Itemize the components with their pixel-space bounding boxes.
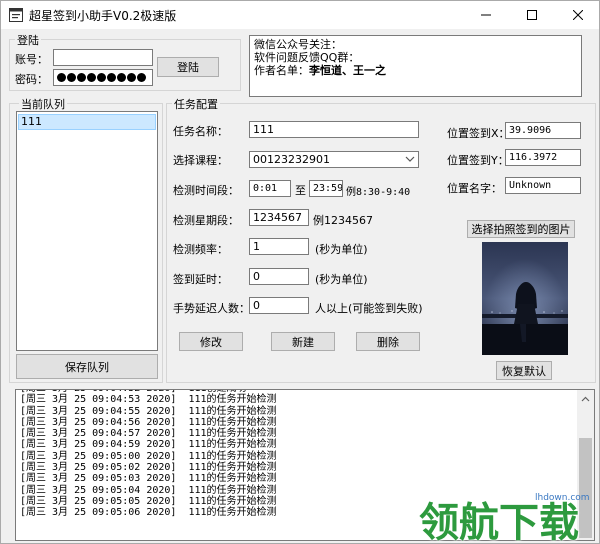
account-input[interactable] <box>53 49 153 66</box>
password-dot <box>127 73 136 82</box>
select-photo-button[interactable]: 选择拍照签到的图片 <box>467 220 575 238</box>
restore-default-button[interactable]: 恢复默认 <box>496 361 552 380</box>
watermark-logo: 领航下载 <box>419 500 579 544</box>
password-dot <box>117 73 126 82</box>
password-label: 密码： <box>15 73 48 86</box>
queue-item[interactable]: 111 <box>18 114 156 130</box>
maximize-button[interactable] <box>509 1 555 29</box>
log-lines: [周三 3月 25 09:04:52 2020] 111创建成功[周三 3月 2… <box>20 390 277 519</box>
log-scrollbar[interactable] <box>577 390 594 540</box>
maximize-icon <box>527 10 537 20</box>
app-window: 超星签到小助手V0.2极速版 登陆 账号： 密码： 登陆 微信公众号关注： 软件… <box>0 0 600 544</box>
info-authors: 作者名单：李恒道、王一之 <box>254 64 577 77</box>
location-name-label: 位置名字： <box>447 182 502 195</box>
info-authors-names: 李恒道、王一之 <box>309 64 386 77</box>
checkin-delay-label: 签到延时： <box>173 273 228 286</box>
info-qq-group: 软件问题反馈QQ群： <box>254 51 360 64</box>
weekday-range-input[interactable]: 1234567 <box>249 209 309 226</box>
location-name-input[interactable]: Unknown <box>505 177 581 194</box>
close-button[interactable] <box>555 1 599 29</box>
log-line: [周三 3月 25 09:04:55 2020] 111的任务开始检测 <box>20 405 277 417</box>
delete-button[interactable]: 删除 <box>356 332 420 351</box>
time-end-input[interactable]: 23:59 <box>309 180 343 197</box>
location-y-label: 位置签到Y： <box>447 154 509 167</box>
password-dot <box>97 73 106 82</box>
info-box: 微信公众号关注： 软件问题反馈QQ群： 作者名单：李恒道、王一之 <box>249 35 582 97</box>
queue-list[interactable]: 111 <box>16 111 158 351</box>
save-queue-button[interactable]: 保存队列 <box>16 354 158 379</box>
log-line: [周三 3月 25 09:04:53 2020] 111的任务开始检测 <box>20 394 277 406</box>
log-line: [周三 3月 25 09:04:59 2020] 111的任务开始检测 <box>20 439 277 451</box>
close-icon <box>573 10 583 20</box>
chevron-down-icon <box>405 156 415 162</box>
course-select-value: 00123232901 <box>253 153 330 166</box>
log-line: [周三 3月 25 09:05:06 2020] 111的任务开始检测 <box>20 507 277 519</box>
log-line: [周三 3月 25 09:05:04 2020] 111的任务开始检测 <box>20 484 277 496</box>
log-line: [周三 3月 25 09:05:05 2020] 111的任务开始检测 <box>20 495 277 507</box>
log-line: [周三 3月 25 09:05:02 2020] 111的任务开始检测 <box>20 462 277 474</box>
info-wechat: 微信公众号关注： <box>254 38 342 51</box>
time-start-input[interactable]: 0:01 <box>249 180 291 197</box>
log-line: [周三 3月 25 09:04:57 2020] 111的任务开始检测 <box>20 428 277 440</box>
weekday-range-example: 例1234567 <box>313 214 373 227</box>
new-task-button[interactable]: 新建 <box>271 332 335 351</box>
password-dot <box>57 73 66 82</box>
password-dot <box>87 73 96 82</box>
checkin-delay-unit: (秒为单位) <box>315 273 368 286</box>
time-range-example: 例8:30-9:40 <box>346 187 411 198</box>
minimize-button[interactable] <box>463 1 509 29</box>
log-line: [周三 3月 25 09:05:00 2020] 111的任务开始检测 <box>20 450 277 462</box>
frequency-unit: (秒为单位) <box>315 243 368 256</box>
scroll-up-button[interactable] <box>577 390 594 407</box>
gesture-delay-input[interactable]: 0 <box>249 297 309 314</box>
account-label: 账号： <box>15 53 48 66</box>
gesture-delay-label: 手势延迟人数： <box>173 302 250 315</box>
scroll-thumb[interactable] <box>579 438 592 538</box>
frequency-label: 检测频率： <box>173 243 228 256</box>
location-x-input[interactable]: 39.9096 <box>505 122 581 139</box>
password-input[interactable] <box>53 69 153 86</box>
modify-button[interactable]: 修改 <box>179 332 243 351</box>
window-title: 超星签到小助手V0.2极速版 <box>29 9 177 23</box>
password-dot <box>77 73 86 82</box>
log-line: [周三 3月 25 09:05:03 2020] 111的任务开始检测 <box>20 473 277 485</box>
title-bar[interactable]: 超星签到小助手V0.2极速版 <box>1 1 599 29</box>
checkin-photo <box>482 242 568 355</box>
chevron-up-icon <box>581 396 590 401</box>
course-label: 选择课程： <box>173 154 228 167</box>
frequency-input[interactable]: 1 <box>249 238 309 255</box>
task-name-input[interactable]: 111 <box>249 121 419 138</box>
login-button[interactable]: 登陆 <box>157 57 219 77</box>
minimize-icon <box>481 14 491 16</box>
password-dot <box>107 73 116 82</box>
time-range-label: 检测时间段： <box>173 184 239 197</box>
checkin-delay-input[interactable]: 0 <box>249 268 309 285</box>
weekday-range-label: 检测星期段： <box>173 214 239 227</box>
log-line: [周三 3月 25 09:04:56 2020] 111的任务开始检测 <box>20 416 277 428</box>
location-y-input[interactable]: 116.3972 <box>505 149 581 166</box>
time-separator: 至 <box>295 184 306 197</box>
course-select[interactable]: 00123232901 <box>249 151 419 168</box>
gesture-delay-note: 人以上(可能签到失败) <box>315 302 423 315</box>
queue-group-title: 当前队列 <box>19 96 67 112</box>
location-x-label: 位置签到X： <box>447 127 510 140</box>
password-dot <box>137 73 146 82</box>
info-authors-prefix: 作者名单： <box>254 64 309 77</box>
password-dot <box>67 73 76 82</box>
task-config-group-title: 任务配置 <box>172 96 220 112</box>
app-icon <box>9 8 23 22</box>
login-group-title: 登陆 <box>15 32 41 48</box>
task-name-label: 任务名称： <box>173 125 228 138</box>
